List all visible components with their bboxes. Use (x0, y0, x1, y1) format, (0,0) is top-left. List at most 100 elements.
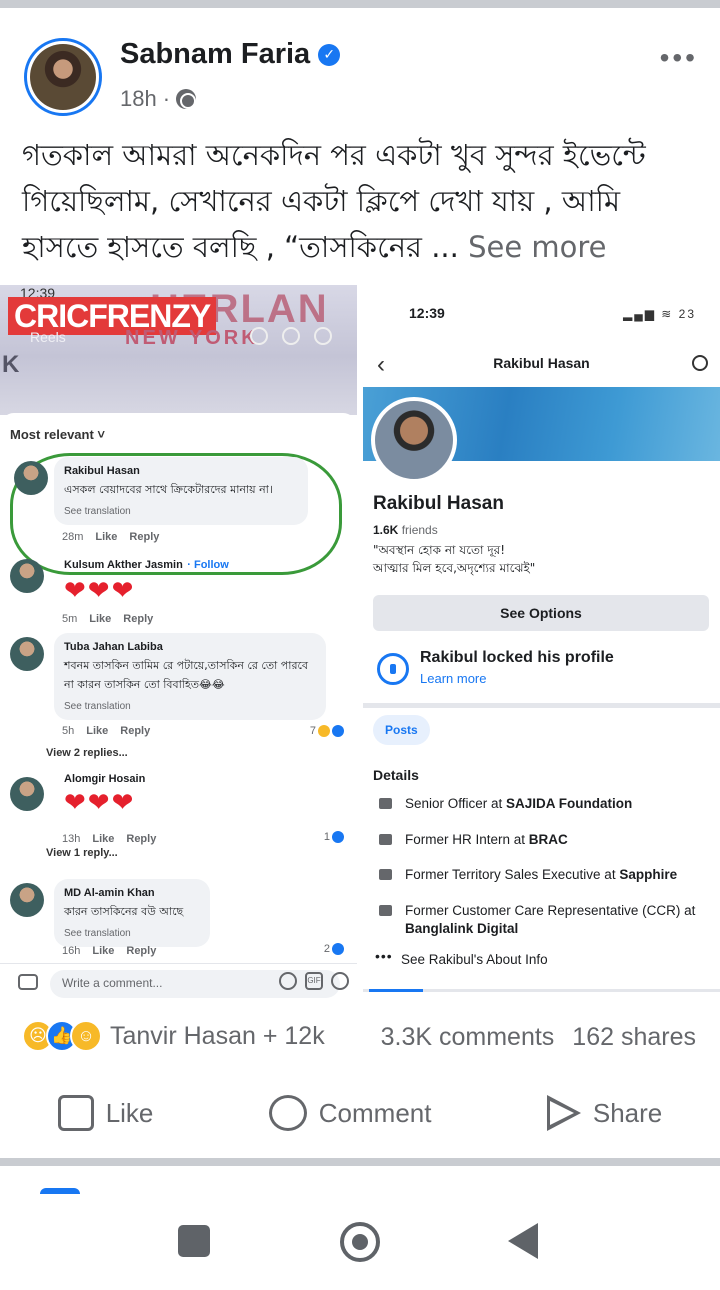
tab-bar-accent (369, 989, 423, 992)
embedded-screenshot-comments[interactable]: HERLAN 12:39 CRICFRENZY Reels NEW YORK K… (0, 285, 357, 1000)
reaction-number: 1 (323, 831, 330, 843)
friends-label: friends (401, 523, 438, 537)
reactors-text[interactable]: Tanvir Hasan + 12k (110, 1022, 325, 1051)
back-icon[interactable] (508, 1223, 538, 1259)
commenter-avatar (10, 883, 44, 917)
gif-icon: GIF (305, 972, 323, 990)
posts-tab: Posts (373, 715, 430, 745)
shield-lock-icon (377, 653, 409, 685)
top-divider (0, 0, 720, 8)
reactions-summary[interactable]: ☹ 👍 ☺ Tanvir Hasan + 12k (22, 1020, 325, 1052)
android-nav-bar (0, 1195, 720, 1290)
comments-count[interactable]: 3.3K comments (381, 1023, 555, 1052)
signal-battery-icon: ▂▄▆ ≋ 23 (622, 307, 696, 321)
comment-text: কারন তাসকিনের বউ আছে (64, 905, 184, 918)
profile-bio: "অবস্থান হোক না যতো দূর! আত্মার মিল হবে,… (373, 541, 703, 577)
comment-bubble: Rakibul Hasan এসকল বেয়াদবের সাথে ক্রিকে… (54, 457, 308, 525)
reaction-count: 7 (310, 725, 344, 737)
comment-bubble: MD Al-amin Khan কারন তাসকিনের বউ আছে See… (54, 879, 210, 947)
share-arrow-icon (546, 1095, 581, 1131)
comment-item: Kulsum Akther Jasmin · Follow ❤❤❤ 5m Lik… (10, 555, 350, 635)
haha-icon (318, 725, 330, 737)
comment-content: Alomgir Hosain ❤❤❤ (64, 773, 145, 817)
commenter-avatar (10, 637, 44, 671)
author-avatar[interactable] (24, 38, 102, 116)
shares-count[interactable]: 162 shares (572, 1023, 696, 1052)
post-header: Sabnam Faria ✓ 18h · ••• (0, 8, 720, 118)
comment-like: Like (89, 613, 112, 625)
friends-count: 1.6K friends (373, 523, 438, 537)
commenter-name: Alomgir Hosain (64, 773, 146, 785)
profile-picture (371, 397, 457, 483)
comment-text: এসকল বেয়াদবের সাথে ক্রিকেটারদের মানায় … (64, 483, 273, 496)
commenter-name: Tuba Jahan Labiba (64, 641, 163, 653)
profile-icon (314, 327, 332, 345)
comment-like: Like (92, 833, 115, 845)
profile-nav: ‹ Rakibul Hasan (363, 345, 720, 387)
post-time[interactable]: 18h (120, 86, 157, 112)
avatar-sticker-icon (279, 972, 297, 990)
commenter-avatar (14, 461, 48, 495)
comment-actions: 28m Like Reply (62, 531, 159, 543)
see-more-link[interactable]: See more (468, 230, 606, 264)
comment-like: Like (92, 945, 115, 957)
comments-panel: Most relevant ˅ Rakibul Hasan এসকল বেয়া… (0, 413, 357, 1000)
comment-actions: 5h Like Reply (62, 725, 150, 737)
briefcase-icon (379, 798, 392, 809)
comment-item: Alomgir Hosain ❤❤❤ 13h Like Reply 1 (10, 773, 350, 853)
camera-icon (18, 974, 38, 990)
banner-text: NEW YORK (125, 327, 259, 349)
comment-item: Tuba Jahan Labiba শবনম তাসকিন তামিম রে প… (10, 633, 350, 745)
locked-profile-notice: Rakibul locked his profile Learn more (373, 645, 713, 695)
reaction-count: 2 (324, 943, 344, 955)
feed-separator (0, 1158, 720, 1166)
detail-prefix: Senior Officer at (405, 796, 507, 811)
comment-actions: 13h Like Reply (62, 833, 156, 845)
detail-employer: Banglalink Digital (405, 921, 519, 936)
detail-prefix: Former HR Intern at (405, 832, 529, 847)
comment-reply: Reply (126, 945, 157, 957)
comment-time: 16h (62, 945, 81, 957)
more-dots-icon: ••• (375, 948, 393, 964)
recents-icon[interactable] (178, 1225, 210, 1257)
sort-label: Most relevant ˅ (10, 427, 106, 442)
section-divider (363, 703, 720, 708)
post-meta: 18h · (120, 86, 197, 112)
emoji-icon (331, 972, 349, 990)
comment-composer: Write a comment... GIF (0, 963, 357, 1000)
embedded-screenshot-profile[interactable]: 12:39 ▂▄▆ ≋ 23 ‹ Rakibul Hasan Rakibul H… (363, 285, 720, 1000)
next-post-peek (40, 1188, 80, 1194)
like-button[interactable]: Like (57, 1095, 153, 1131)
comment-time: 5h (62, 725, 75, 737)
thumbs-up-icon (57, 1095, 94, 1131)
comment-reply: Reply (126, 833, 157, 845)
comment-actions: 16h Like Reply (62, 945, 156, 957)
briefcase-icon (379, 869, 392, 880)
more-options-button[interactable]: ••• (660, 42, 698, 74)
share-label: Share (592, 1097, 663, 1128)
bio-line: আত্মার মিল হবে,অদৃশ্যের মাঝেই" (373, 561, 536, 575)
comment-reply: Reply (120, 725, 151, 737)
author-name-text[interactable]: Sabnam Faria (120, 38, 310, 71)
commenter-avatar (10, 777, 44, 811)
comment-bubble: Tuba Jahan Labiba শবনম তাসকিন তামিম রে প… (54, 633, 326, 720)
share-button[interactable]: Share (546, 1095, 663, 1131)
see-translation: See translation (64, 506, 131, 517)
search-icon (692, 355, 708, 371)
right-status-time: 12:39 (409, 305, 445, 321)
author-name[interactable]: Sabnam Faria ✓ (120, 38, 341, 71)
hearts-emoji: ❤❤❤ (64, 787, 136, 817)
detail-employer: SAJIDA Foundation (506, 796, 633, 811)
profile-nav-title: Rakibul Hasan (493, 355, 590, 371)
home-icon[interactable] (340, 1222, 380, 1262)
detail-prefix: Former Customer Care Representative (CCR… (405, 903, 696, 918)
verified-badge-icon: ✓ (318, 43, 341, 66)
engagement-counts: 3.3K comments 162 shares (381, 1023, 696, 1052)
post-actions: Like Comment Share (0, 1078, 720, 1148)
comment-button[interactable]: Comment (268, 1095, 431, 1131)
search-icon (250, 327, 268, 345)
see-translation: See translation (64, 928, 131, 939)
view-replies-link: View 2 replies... (46, 747, 128, 759)
reel-controls (250, 327, 332, 345)
reel-preview: HERLAN 12:39 CRICFRENZY Reels NEW YORK K (0, 285, 357, 415)
